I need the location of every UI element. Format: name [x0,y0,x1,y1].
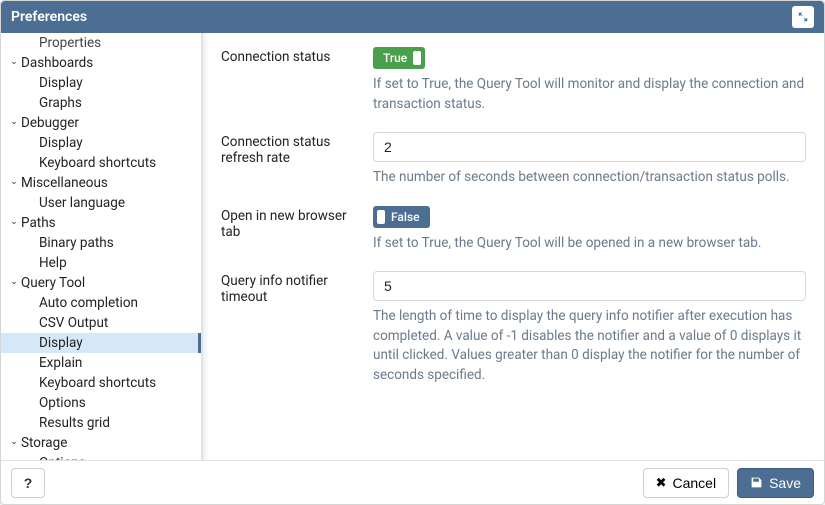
dialog-header: Preferences [1,1,824,33]
toggle-new-tab[interactable]: False [373,206,430,228]
help-button[interactable]: ? [11,468,45,498]
tree-item-query-tool-explain[interactable]: Explain [1,353,201,373]
tree-item-properties[interactable]: Properties [1,33,201,53]
input-refresh-rate[interactable] [373,132,806,162]
label-notifier-timeout: Query info notifier timeout [221,271,349,385]
help-refresh-rate: The number of seconds between connection… [373,168,806,188]
tree-item-storage-options[interactable]: Options [1,453,201,460]
dialog-title: Preferences [11,9,87,25]
tree-item-dashboards-display[interactable]: Display [1,73,201,93]
toggle-connection-status[interactable]: True [373,47,425,69]
save-button[interactable]: Save [737,468,814,498]
tree-group-label: Query Tool [21,273,85,293]
chevron-down-icon: ⌄ [7,112,21,132]
tree-group-label: Storage [21,433,67,453]
chevron-down-icon: ⌄ [7,172,21,192]
toggle-knob [377,210,385,224]
cancel-button[interactable]: ✖ Cancel [643,468,730,498]
label-refresh-rate: Connection status refresh rate [221,132,349,188]
category-tree[interactable]: Properties⌄DashboardsDisplayGraphs⌄Debug… [1,33,203,460]
toggle-label: True [377,51,413,65]
tree-item-dashboards-graphs[interactable]: Graphs [1,93,201,113]
save-label: Save [769,475,801,491]
chevron-down-icon: ⌄ [7,272,21,292]
tree-item-miscellaneous-user-language[interactable]: User language [1,193,201,213]
tree-group-query-tool[interactable]: ⌄Query Tool [1,273,201,293]
tree-group-debugger[interactable]: ⌄Debugger [1,113,201,133]
tree-item-debugger-display[interactable]: Display [1,133,201,153]
toggle-label: False [385,210,426,224]
tree-group-label: Dashboards [21,53,93,73]
tree-group-label: Paths [21,213,56,233]
help-icon: ? [24,475,33,491]
tree-item-query-tool-results-grid[interactable]: Results grid [1,413,201,433]
settings-panel: Connection status True If set to True, t… [203,33,824,460]
tree-item-paths-binary-paths[interactable]: Binary paths [1,233,201,253]
tree-item-paths-help[interactable]: Help [1,253,201,273]
preferences-dialog: Preferences Properties⌄DashboardsDisplay… [0,0,825,505]
tree-item-query-tool-csv-output[interactable]: CSV Output [1,313,201,333]
tree-item-query-tool-keyboard-shortcuts[interactable]: Keyboard shortcuts [1,373,201,393]
tree-group-label: Miscellaneous [21,173,108,193]
dialog-footer: ? ✖ Cancel Save [1,460,824,504]
expand-icon [797,11,809,23]
expand-button[interactable] [792,6,814,28]
toggle-knob [413,51,421,65]
tree-group-miscellaneous[interactable]: ⌄Miscellaneous [1,173,201,193]
input-notifier-timeout[interactable] [373,271,806,301]
field-new-tab: Open in new browser tab False If set to … [221,206,806,254]
label-connection-status: Connection status [221,47,349,114]
cancel-label: Cancel [672,475,716,491]
tree-item-debugger-keyboard-shortcuts[interactable]: Keyboard shortcuts [1,153,201,173]
field-connection-status: Connection status True If set to True, t… [221,47,806,114]
field-notifier-timeout: Query info notifier timeout The length o… [221,271,806,385]
tree-group-dashboards[interactable]: ⌄Dashboards [1,53,201,73]
tree-group-storage[interactable]: ⌄Storage [1,433,201,453]
tree-group-label: Debugger [21,113,79,133]
chevron-down-icon: ⌄ [7,52,21,72]
chevron-down-icon: ⌄ [7,212,21,232]
close-icon: ✖ [656,476,667,489]
save-icon [750,476,763,489]
tree-item-query-tool-display[interactable]: Display [1,333,201,353]
help-new-tab: If set to True, the Query Tool will be o… [373,234,806,254]
tree-group-paths[interactable]: ⌄Paths [1,213,201,233]
help-notifier-timeout: The length of time to display the query … [373,307,806,385]
label-new-tab: Open in new browser tab [221,206,349,254]
help-connection-status: If set to True, the Query Tool will moni… [373,75,806,114]
tree-item-query-tool-options[interactable]: Options [1,393,201,413]
tree-item-query-tool-auto-completion[interactable]: Auto completion [1,293,201,313]
chevron-down-icon: ⌄ [7,432,21,452]
field-refresh-rate: Connection status refresh rate The numbe… [221,132,806,188]
